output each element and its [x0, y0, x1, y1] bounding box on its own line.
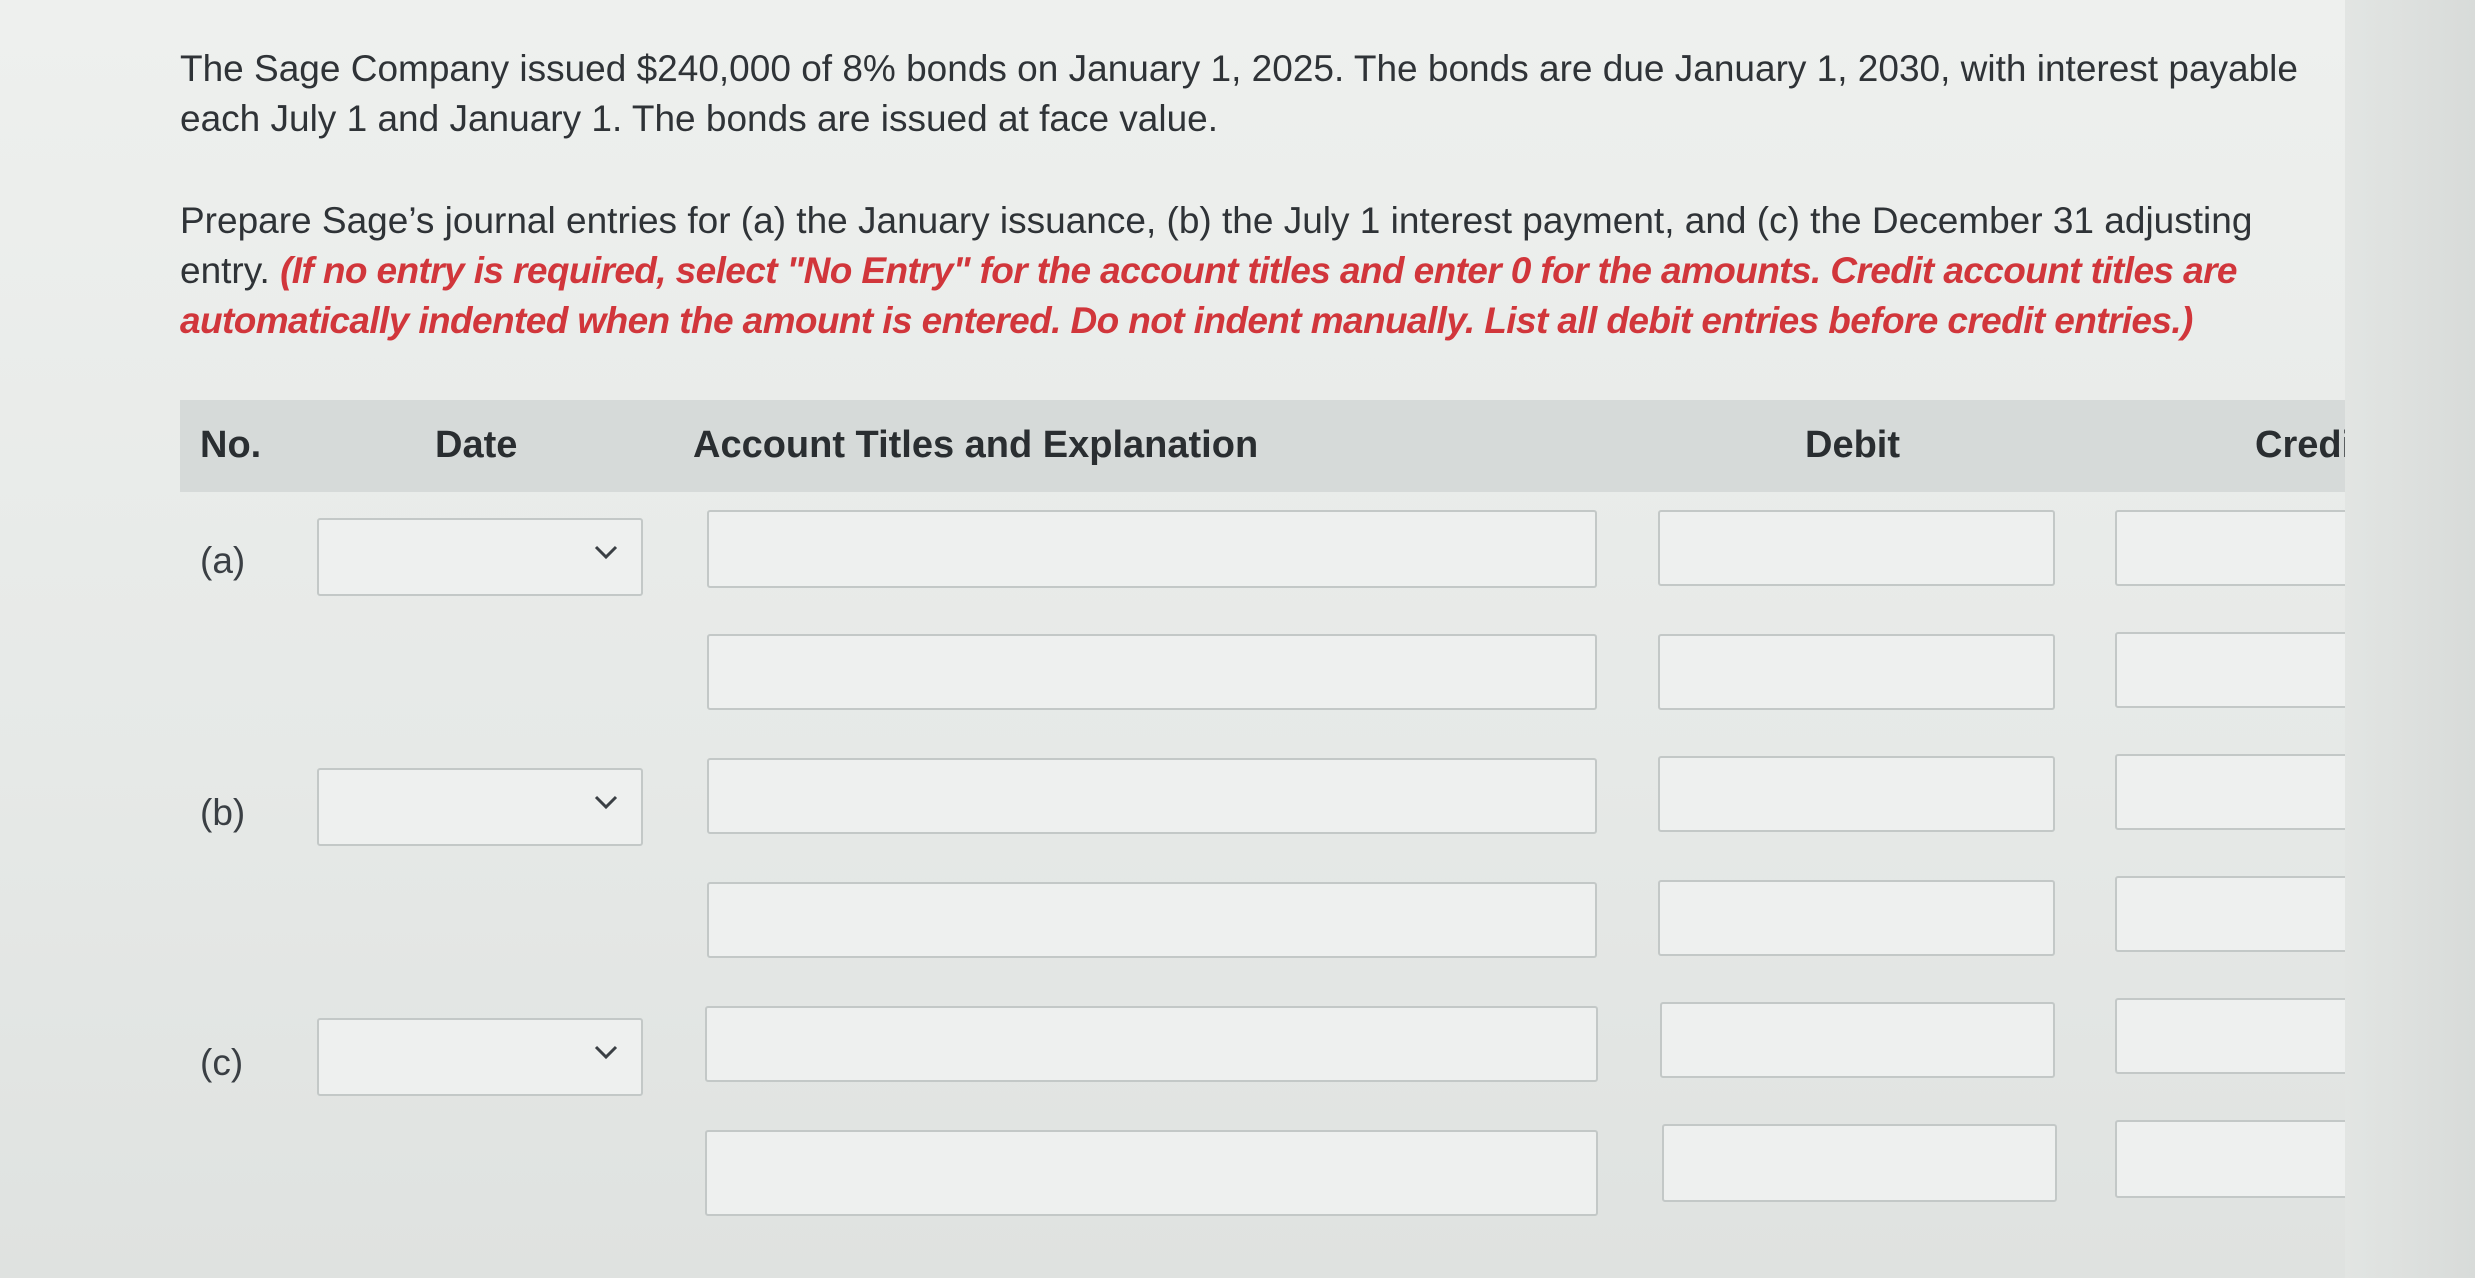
credit-input-c2[interactable] [2115, 1120, 2355, 1198]
chevron-down-icon [594, 1045, 618, 1060]
entry-label-c: (c) [200, 1042, 244, 1083]
debit-input-a2[interactable] [1658, 634, 2055, 710]
question-paragraph-1: The Sage Company issued $240,000 of 8% b… [180, 48, 2298, 139]
journal-table-header: No. Date Account Titles and Explanation … [180, 400, 2352, 492]
account-title-input-a1[interactable] [707, 510, 1597, 588]
debit-input-b1[interactable] [1658, 756, 2055, 832]
header-credit: Credi [2255, 424, 2353, 466]
header-date: Date [435, 424, 518, 466]
page-edge-shadow [2345, 0, 2475, 1278]
account-title-input-b2[interactable] [707, 882, 1597, 958]
header-no: No. [200, 424, 262, 466]
entry-label-b: (b) [200, 792, 246, 833]
credit-input-a2[interactable] [2115, 632, 2355, 708]
credit-input-a1[interactable] [2115, 510, 2355, 586]
question-paragraph-2: Prepare Sage’s journal entries for (a) t… [180, 196, 2340, 346]
credit-input-b1[interactable] [2115, 754, 2355, 830]
account-title-input-c2[interactable] [705, 1130, 1598, 1216]
account-title-input-c1[interactable] [705, 1006, 1598, 1082]
chevron-down-icon [594, 795, 618, 810]
date-select-a[interactable] [317, 518, 643, 596]
account-title-input-a2[interactable] [707, 634, 1597, 710]
entry-label-a: (a) [200, 540, 246, 581]
header-debit: Debit [1805, 424, 1900, 466]
page: The Sage Company issued $240,000 of 8% b… [0, 0, 2475, 1278]
debit-input-c2[interactable] [1662, 1124, 2057, 1202]
credit-input-b2[interactable] [2115, 876, 2355, 952]
header-account-titles: Account Titles and Explanation [693, 424, 1259, 466]
debit-input-a1[interactable] [1658, 510, 2055, 586]
credit-input-c1[interactable] [2115, 998, 2355, 1074]
date-select-c[interactable] [317, 1018, 643, 1096]
question-text: The Sage Company issued $240,000 of 8% b… [180, 44, 2340, 346]
question-instruction: (If no entry is required, select "No Ent… [180, 250, 2237, 341]
account-title-input-b1[interactable] [707, 758, 1597, 834]
chevron-down-icon [594, 545, 618, 560]
date-select-b[interactable] [317, 768, 643, 846]
debit-input-c1[interactable] [1660, 1002, 2055, 1078]
debit-input-b2[interactable] [1658, 880, 2055, 956]
